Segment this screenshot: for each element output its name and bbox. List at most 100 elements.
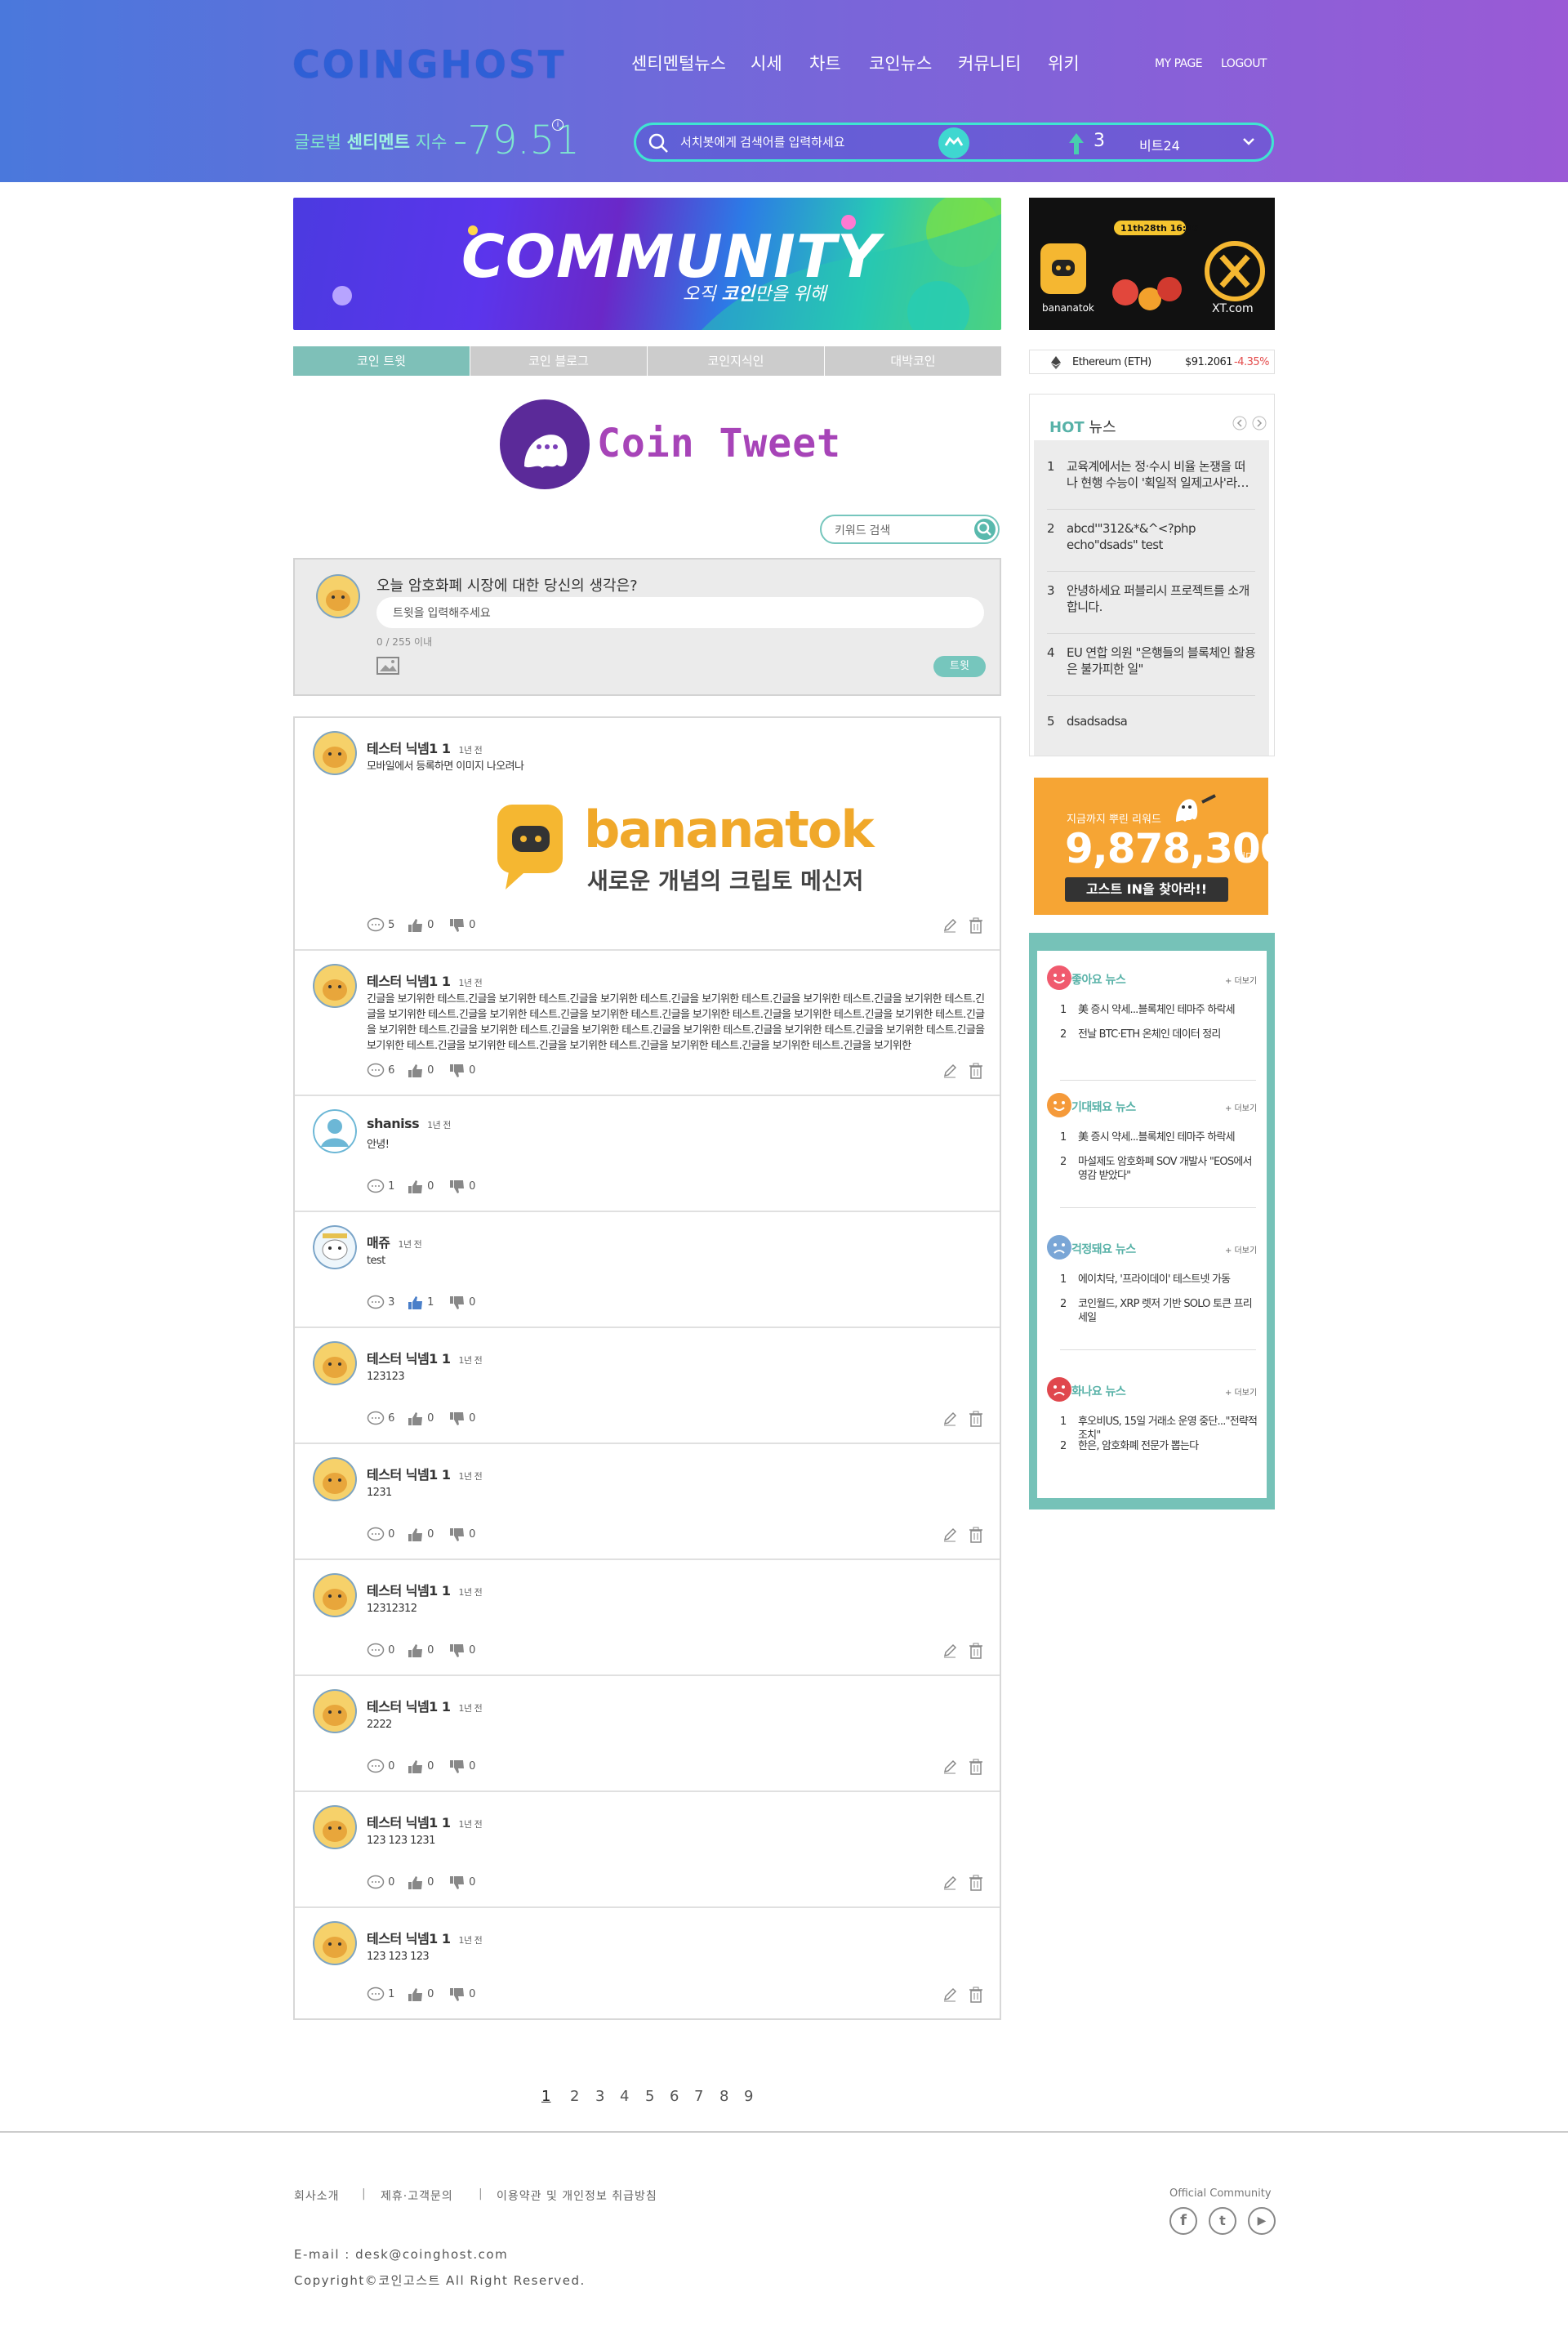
post-author[interactable]: 테스터 닉넴1 1 1년 전 bbox=[367, 970, 483, 990]
like-button[interactable]: 1 bbox=[408, 1294, 434, 1312]
avatar[interactable] bbox=[313, 964, 357, 1008]
like-button[interactable]: 0 bbox=[408, 1986, 434, 2004]
dislike-button[interactable]: 0 bbox=[449, 916, 475, 934]
comment-button[interactable]: 0 bbox=[367, 1874, 394, 1892]
reward-banner[interactable]: 지금까지 뿌린 리워드 9,878,300 캔디 고스트 IN을 찾아라!! bbox=[1034, 778, 1289, 915]
edit-icon[interactable] bbox=[942, 1064, 957, 1078]
site-logo[interactable]: COINGHOST bbox=[292, 42, 566, 87]
post-author[interactable]: 매쥬 1년 전 bbox=[367, 1232, 422, 1251]
tweet-submit-button[interactable]: 트윗 bbox=[933, 656, 986, 677]
footer-partnership-link[interactable]: 제휴·고객문의 bbox=[381, 2187, 453, 2204]
page-2[interactable]: 2 bbox=[570, 2088, 579, 2105]
trash-icon[interactable] bbox=[969, 1875, 983, 1891]
post-image-bananatok-ad[interactable]: bananatok 새로운 개념의 크립토 메신저 bbox=[494, 796, 875, 903]
like-button[interactable]: 0 bbox=[408, 1062, 434, 1080]
trash-icon[interactable] bbox=[969, 1527, 983, 1543]
nav-community[interactable]: 커뮤니티 bbox=[958, 51, 1021, 75]
trend-rank-name[interactable]: 비트24 bbox=[1139, 135, 1180, 154]
search-icon[interactable] bbox=[648, 132, 669, 154]
page-8[interactable]: 8 bbox=[719, 2088, 728, 2105]
image-upload-icon[interactable] bbox=[376, 656, 399, 676]
youtube-icon[interactable]: ▶ bbox=[1248, 2207, 1276, 2235]
chevron-down-icon[interactable] bbox=[1241, 133, 1257, 149]
footer-company-link[interactable]: 회사소개 bbox=[294, 2187, 340, 2204]
avatar[interactable] bbox=[313, 1225, 357, 1269]
searchbot-input[interactable] bbox=[680, 132, 909, 153]
nav-sentimental-news[interactable]: 센티멘털뉴스 bbox=[631, 51, 726, 75]
page-3[interactable]: 3 bbox=[595, 2088, 604, 2105]
coin-ticker[interactable]: Ethereum (ETH) $91.2061 -4.35% bbox=[1029, 350, 1275, 374]
more-link[interactable]: + 더보기 bbox=[1225, 1101, 1257, 1113]
more-link[interactable]: + 더보기 bbox=[1225, 1243, 1257, 1255]
trash-icon[interactable] bbox=[969, 1987, 983, 2003]
avatar[interactable] bbox=[313, 1689, 357, 1733]
avatar[interactable] bbox=[313, 1573, 357, 1617]
comment-button[interactable]: 1 bbox=[367, 1986, 394, 2004]
trash-icon[interactable] bbox=[969, 1759, 983, 1775]
comment-button[interactable]: 0 bbox=[367, 1526, 394, 1544]
comment-button[interactable]: 5 bbox=[367, 916, 394, 934]
mypage-link[interactable]: MY PAGE bbox=[1155, 57, 1203, 70]
reaction-section-title[interactable]: 좋아요 뉴스 bbox=[1071, 971, 1126, 988]
comment-button[interactable]: 6 bbox=[367, 1410, 394, 1428]
edit-icon[interactable] bbox=[942, 1875, 957, 1890]
like-button[interactable]: 0 bbox=[408, 1642, 434, 1660]
nav-wiki[interactable]: 위키 bbox=[1048, 51, 1080, 75]
trash-icon[interactable] bbox=[969, 1411, 983, 1427]
more-link[interactable]: + 더보기 bbox=[1225, 1385, 1257, 1398]
avatar[interactable] bbox=[313, 731, 357, 775]
post-author[interactable]: 테스터 닉넴1 1 1년 전 bbox=[367, 738, 483, 757]
edit-icon[interactable] bbox=[942, 1759, 957, 1774]
avatar[interactable] bbox=[313, 1805, 357, 1849]
reaction-section-title[interactable]: 걱정돼요 뉴스 bbox=[1071, 1241, 1136, 1257]
page-5[interactable]: 5 bbox=[645, 2088, 654, 2105]
dislike-button[interactable]: 0 bbox=[449, 1178, 475, 1196]
sidebar-ad-banner[interactable]: bananatok 11th28th 16:16 XT.com bbox=[1029, 198, 1275, 330]
hot-news-item[interactable]: 1 교육계에서는 정·수시 비율 논쟁을 떠나 현행 수능이 '획일적 일제고사'… bbox=[1047, 458, 1255, 494]
tab-coin-knowledge[interactable]: 코인지식인 bbox=[648, 346, 824, 376]
next-arrow-icon[interactable] bbox=[1252, 416, 1267, 430]
edit-icon[interactable] bbox=[942, 1643, 957, 1658]
edit-icon[interactable] bbox=[942, 918, 957, 933]
avatar[interactable] bbox=[313, 1457, 357, 1501]
dislike-button[interactable]: 0 bbox=[449, 1294, 475, 1312]
post-author[interactable]: 테스터 닉넴1 1 1년 전 bbox=[367, 1580, 483, 1599]
page-6[interactable]: 6 bbox=[670, 2088, 679, 2105]
tab-coin-blog[interactable]: 코인 블로그 bbox=[470, 346, 647, 376]
like-button[interactable]: 0 bbox=[408, 1526, 434, 1544]
page-9[interactable]: 9 bbox=[744, 2088, 753, 2105]
dislike-button[interactable]: 0 bbox=[449, 1410, 475, 1428]
post-author[interactable]: 테스터 닉넴1 1 1년 전 bbox=[367, 1348, 483, 1367]
trash-icon[interactable] bbox=[969, 1643, 983, 1659]
dislike-button[interactable]: 0 bbox=[449, 1062, 475, 1080]
trash-icon[interactable] bbox=[969, 1063, 983, 1079]
reward-cta-button[interactable]: 고스트 IN을 찾아라!! bbox=[1065, 877, 1228, 902]
tweet-input[interactable] bbox=[376, 597, 984, 628]
edit-icon[interactable] bbox=[942, 1527, 957, 1542]
comment-button[interactable]: 3 bbox=[367, 1294, 394, 1312]
tab-jackpot-coin[interactable]: 대박코인 bbox=[825, 346, 1001, 376]
more-link[interactable]: + 더보기 bbox=[1225, 974, 1257, 986]
page-7[interactable]: 7 bbox=[694, 2088, 703, 2105]
post-author[interactable]: 테스터 닉넴1 1 1년 전 bbox=[367, 1696, 483, 1715]
dislike-button[interactable]: 0 bbox=[449, 1874, 475, 1892]
tab-coin-tweet[interactable]: 코인 트윗 bbox=[293, 346, 470, 376]
logout-link[interactable]: LOGOUT bbox=[1221, 57, 1267, 70]
comment-button[interactable]: 0 bbox=[367, 1758, 394, 1776]
avatar[interactable] bbox=[313, 1921, 357, 1965]
post-author[interactable]: 테스터 닉넴1 1 1년 전 bbox=[367, 1928, 483, 1947]
hot-news-item[interactable]: 2 abcd'"312&*&^<?php echo"dsads" test bbox=[1047, 520, 1255, 556]
dislike-button[interactable]: 0 bbox=[449, 1986, 475, 2004]
trash-icon[interactable] bbox=[969, 917, 983, 934]
facebook-icon[interactable]: f bbox=[1169, 2207, 1197, 2235]
comment-button[interactable]: 6 bbox=[367, 1062, 394, 1080]
dislike-button[interactable]: 0 bbox=[449, 1642, 475, 1660]
footer-terms-link[interactable]: 이용약관 및 개인정보 취급방침 bbox=[497, 2187, 657, 2204]
twitter-icon[interactable]: t bbox=[1209, 2207, 1236, 2235]
info-icon[interactable]: i bbox=[552, 119, 564, 131]
reaction-section-title[interactable]: 기대돼요 뉴스 bbox=[1071, 1099, 1136, 1115]
post-author[interactable]: 테스터 닉넴1 1 1년 전 bbox=[367, 1812, 483, 1831]
like-button[interactable]: 0 bbox=[408, 1410, 434, 1428]
nav-coin-news[interactable]: 코인뉴스 bbox=[869, 51, 932, 75]
post-author[interactable]: shaniss 1년 전 bbox=[367, 1116, 451, 1131]
